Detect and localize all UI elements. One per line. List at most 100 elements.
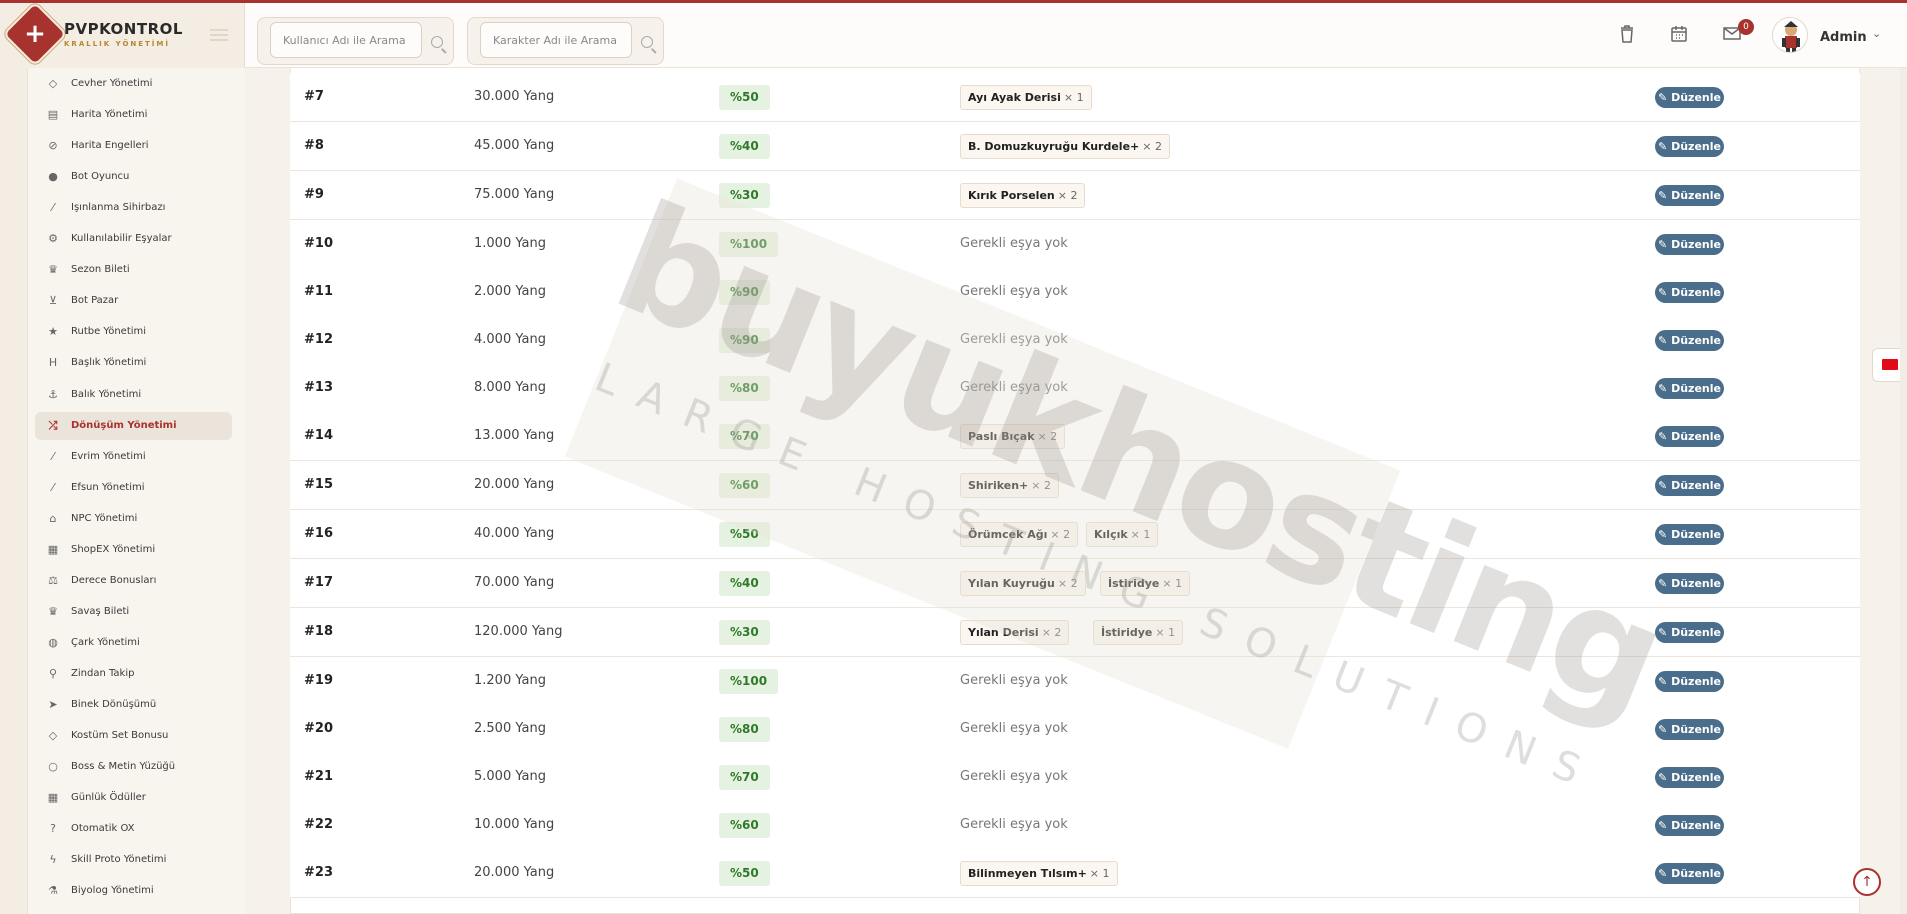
row-yang-cost: 45.000 Yang bbox=[474, 138, 555, 153]
item-quantity: × 2 bbox=[1142, 140, 1162, 153]
menu-toggle-icon[interactable] bbox=[210, 29, 228, 41]
scrollbar[interactable] bbox=[1900, 68, 1907, 914]
sidebar-item-label: Günlük Ödüller bbox=[71, 792, 146, 804]
row-id: #21 bbox=[304, 769, 333, 784]
top-accent-line bbox=[0, 0, 1907, 3]
edit-button[interactable]: ✎ Düzenle bbox=[1655, 622, 1724, 643]
sidebar-item[interactable]: ⊘ Harita Engelleri bbox=[35, 132, 232, 160]
table-row: #23 20.000 Yang %50 Bilinmeyen Tılsım+ × 1 ✎ … bbox=[290, 849, 1860, 898]
edit-button[interactable]: ✎ Düzenle bbox=[1655, 573, 1724, 594]
sidebar-item[interactable]: ⚗ Biyolog Yönetimi bbox=[35, 877, 232, 905]
success-rate-badge: %50 bbox=[719, 85, 770, 110]
rocket-icon: ➤ bbox=[48, 698, 58, 711]
row-yang-cost: 20.000 Yang bbox=[474, 477, 555, 492]
pencil-icon: ✎ bbox=[1658, 382, 1672, 395]
table-row: #13 8.000 Yang %80 Gerekli eşya yok ✎ Düzenl… bbox=[290, 364, 1860, 413]
trash-icon[interactable] bbox=[1617, 25, 1637, 45]
edit-button-label: Düzenle bbox=[1671, 91, 1721, 104]
sidebar-item-label: Bot Oyuncu bbox=[71, 171, 130, 183]
sidebar-item[interactable]: ϟ Skill Proto Yönetimi bbox=[35, 846, 232, 874]
admin-name[interactable]: Admin bbox=[1820, 30, 1867, 45]
scroll-top-button[interactable]: ↑ bbox=[1853, 868, 1881, 896]
edit-button[interactable]: ✎ Düzenle bbox=[1655, 719, 1724, 740]
edit-button[interactable]: ✎ Düzenle bbox=[1655, 136, 1724, 157]
brand[interactable]: + PVPKONTROL KRALLIK YÖNETİMİ bbox=[0, 3, 245, 68]
sidebar-item[interactable]: ⚓ Balık Yönetimi bbox=[35, 381, 232, 409]
required-item-chip: Yılan Kuyruğu × 2 bbox=[960, 571, 1086, 596]
edit-button[interactable]: ✎ Düzenle bbox=[1655, 378, 1724, 399]
character-search-input[interactable] bbox=[480, 22, 632, 58]
row-id: #22 bbox=[304, 817, 333, 832]
sidebar-item-label: Evrim Yönetimi bbox=[71, 450, 146, 462]
map-pin-icon: ⚲ bbox=[48, 666, 58, 680]
edit-button[interactable]: ✎ Düzenle bbox=[1655, 524, 1724, 545]
edit-button[interactable]: ✎ Düzenle bbox=[1655, 185, 1724, 206]
row-yang-cost: 75.000 Yang bbox=[474, 187, 555, 202]
avatar[interactable] bbox=[1772, 17, 1808, 53]
edit-button-label: Düzenle bbox=[1671, 382, 1721, 395]
sidebar-item[interactable]: ⚙ Kullanılabilir Eşyalar bbox=[35, 225, 232, 253]
success-rate-badge: %100 bbox=[719, 669, 779, 694]
sidebar-item[interactable]: ? Otomatik OX bbox=[35, 815, 232, 843]
sidebar-item[interactable]: H Başlık Yönetimi bbox=[35, 349, 232, 377]
sidebar-item[interactable]: ⌂ NPC Yönetimi bbox=[35, 505, 232, 533]
sidebar-item-label: Balık Yönetimi bbox=[71, 388, 142, 400]
edit-button[interactable]: ✎ Düzenle bbox=[1655, 671, 1724, 692]
row-id: #17 bbox=[304, 575, 333, 590]
sidebar-item[interactable]: ● Bot Oyuncu bbox=[35, 163, 232, 191]
table-row: #16 40.000 Yang %50 Örümcek Ağı × 2 Kılçık × 1… bbox=[290, 510, 1860, 559]
sidebar-item[interactable]: ★ Rutbe Yönetimi bbox=[35, 318, 232, 346]
sidebar-item[interactable]: ◍ Çark Yönetimi bbox=[35, 629, 232, 657]
sidebar-item[interactable]: ♛ Savaş Bileti bbox=[35, 598, 232, 626]
edit-button[interactable]: ✎ Düzenle bbox=[1655, 767, 1724, 788]
edit-button[interactable]: ✎ Düzenle bbox=[1655, 475, 1724, 496]
edit-button-label: Düzenle bbox=[1671, 819, 1721, 832]
table-row: #21 5.000 Yang %70 Gerekli eşya yok ✎ Düzenl… bbox=[290, 753, 1860, 802]
flask-icon: ⚗ bbox=[48, 884, 58, 898]
sidebar-item[interactable]: ⚖ Derece Bonusları bbox=[35, 567, 232, 595]
sidebar-item-label: NPC Yönetimi bbox=[71, 512, 138, 524]
sidebar-item[interactable]: ⤮ Dönüşüm Yönetimi bbox=[35, 411, 232, 440]
sidebar-item-label: Otomatik OX bbox=[71, 823, 135, 835]
sidebar-item[interactable]: ▦ ShopEX Yönetimi bbox=[35, 536, 232, 564]
row-id: #23 bbox=[304, 865, 333, 880]
edit-button[interactable]: ✎ Düzenle bbox=[1655, 863, 1724, 884]
search-icon[interactable] bbox=[431, 36, 443, 48]
chevron-down-icon[interactable]: ⌄ bbox=[1872, 27, 1881, 40]
sidebar-item[interactable]: ▤ Harita Yönetimi bbox=[35, 101, 232, 129]
sidebar: ◇ Cevher Yönetimi ▤ Harita Yönetimi ⊘ Harita … bbox=[27, 68, 245, 914]
pencil-icon: ✎ bbox=[1658, 675, 1672, 688]
edit-button[interactable]: ✎ Düzenle bbox=[1655, 282, 1724, 303]
sidebar-item[interactable]: ⁄ Efsun Yönetimi bbox=[35, 474, 232, 502]
sidebar-item[interactable]: ♛ Sezon Bileti bbox=[35, 256, 232, 284]
edit-button[interactable]: ✎ Düzenle bbox=[1655, 426, 1724, 447]
search-icon[interactable] bbox=[641, 36, 653, 48]
edit-button-label: Düzenle bbox=[1671, 528, 1721, 541]
success-rate-badge: %50 bbox=[719, 861, 770, 886]
calendar-icon[interactable] bbox=[1669, 25, 1689, 45]
no-items-text: Gerekli eşya yok bbox=[960, 769, 1068, 784]
sidebar-item[interactable]: ◇ Kostüm Set Bonusu bbox=[35, 722, 232, 750]
sidebar-item[interactable]: ➤ Binek Dönüşümü bbox=[35, 691, 232, 719]
edit-button[interactable]: ✎ Düzenle bbox=[1655, 234, 1724, 255]
sidebar-item[interactable]: ○ Boss & Metin Yüzüğü bbox=[35, 753, 232, 781]
sidebar-item[interactable]: ⊻ Bot Pazar bbox=[35, 287, 232, 315]
sidebar-item[interactable]: ◇ Cevher Yönetimi bbox=[35, 70, 232, 98]
edit-button[interactable]: ✎ Düzenle bbox=[1655, 87, 1724, 108]
sidebar-item[interactable]: ⁄ Işınlanma Sihirbazı bbox=[35, 194, 232, 222]
sidebar-item[interactable]: ⚲ Zindan Takip bbox=[35, 660, 232, 688]
star-icon: ★ bbox=[48, 325, 58, 339]
edit-button[interactable]: ✎ Düzenle bbox=[1655, 330, 1724, 351]
sidebar-item[interactable]: ▦ Günlük Ödüller bbox=[35, 784, 232, 812]
edit-button[interactable]: ✎ Düzenle bbox=[1655, 815, 1724, 836]
shuffle-icon: ⤮ bbox=[48, 418, 58, 432]
sidebar-item-label: Cevher Yönetimi bbox=[71, 78, 153, 89]
pencil-icon: ✎ bbox=[1658, 626, 1672, 639]
row-id: #12 bbox=[304, 332, 333, 347]
item-name: Kırık Porselen bbox=[968, 189, 1055, 202]
sidebar-item-label: Kullanılabilir Eşyalar bbox=[71, 233, 172, 245]
user-search-input[interactable] bbox=[270, 22, 422, 58]
sidebar-item[interactable]: ⁄ Evrim Yönetimi bbox=[35, 443, 232, 471]
table-row: #15 20.000 Yang %60 Shiriken+ × 2 ✎ Düzenle bbox=[290, 461, 1860, 510]
pencil-icon: ✎ bbox=[1658, 334, 1672, 347]
